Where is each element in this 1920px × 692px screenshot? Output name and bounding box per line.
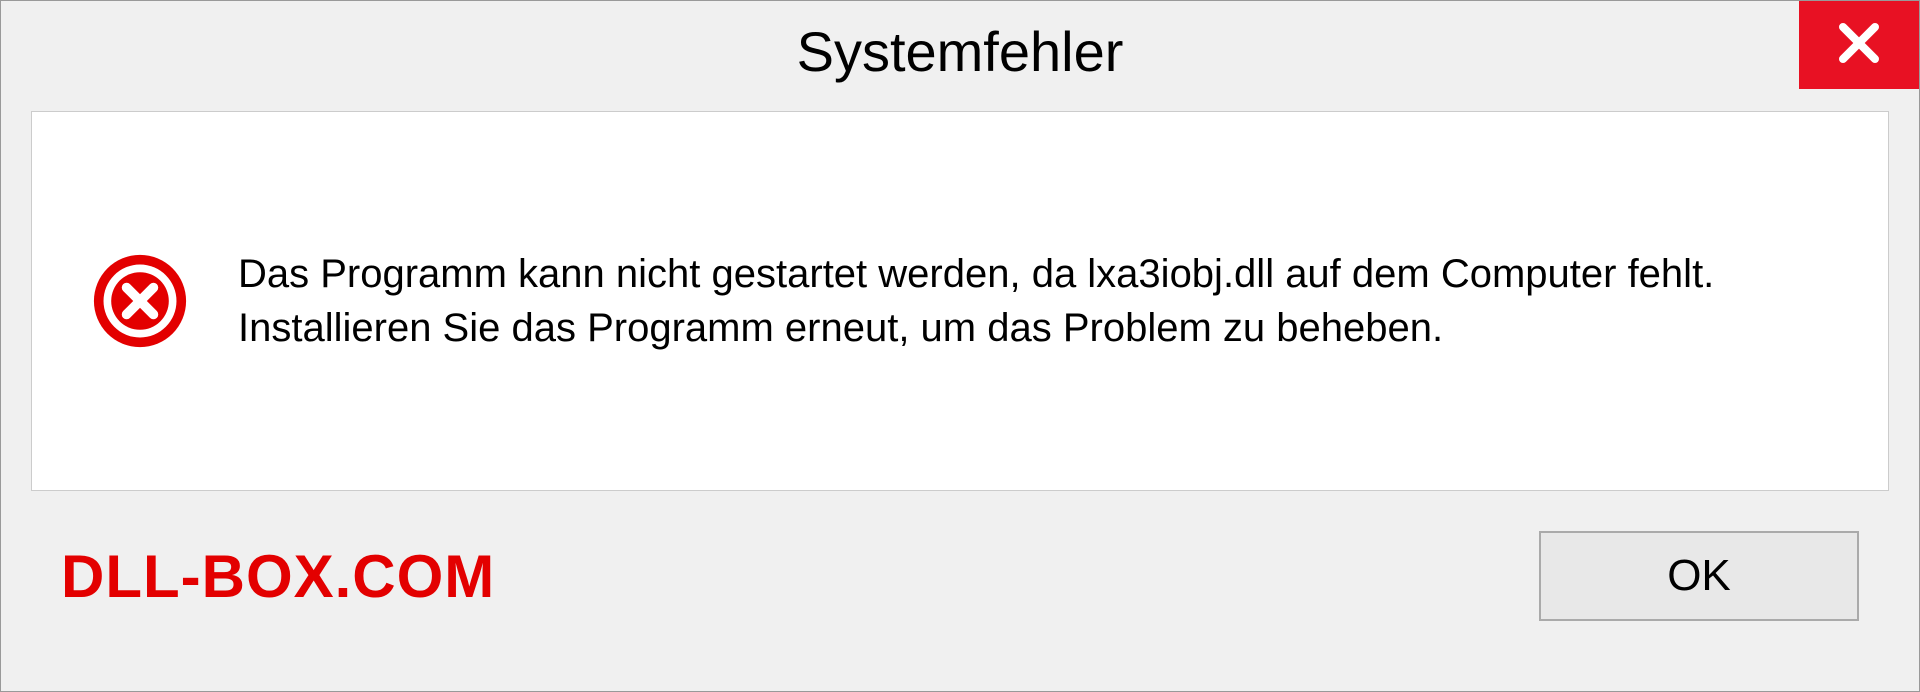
close-button[interactable] — [1799, 1, 1919, 89]
close-icon — [1835, 19, 1883, 72]
message-panel: Das Programm kann nicht gestartet werden… — [31, 111, 1889, 491]
error-message: Das Programm kann nicht gestartet werden… — [238, 247, 1828, 355]
ok-button-label: OK — [1667, 551, 1731, 601]
error-icon — [92, 253, 188, 349]
dialog-footer: DLL-BOX.COM OK — [1, 511, 1919, 621]
titlebar: Systemfehler — [1, 1, 1919, 101]
ok-button[interactable]: OK — [1539, 531, 1859, 621]
dialog-title: Systemfehler — [797, 19, 1124, 84]
watermark-text: DLL-BOX.COM — [61, 542, 495, 611]
